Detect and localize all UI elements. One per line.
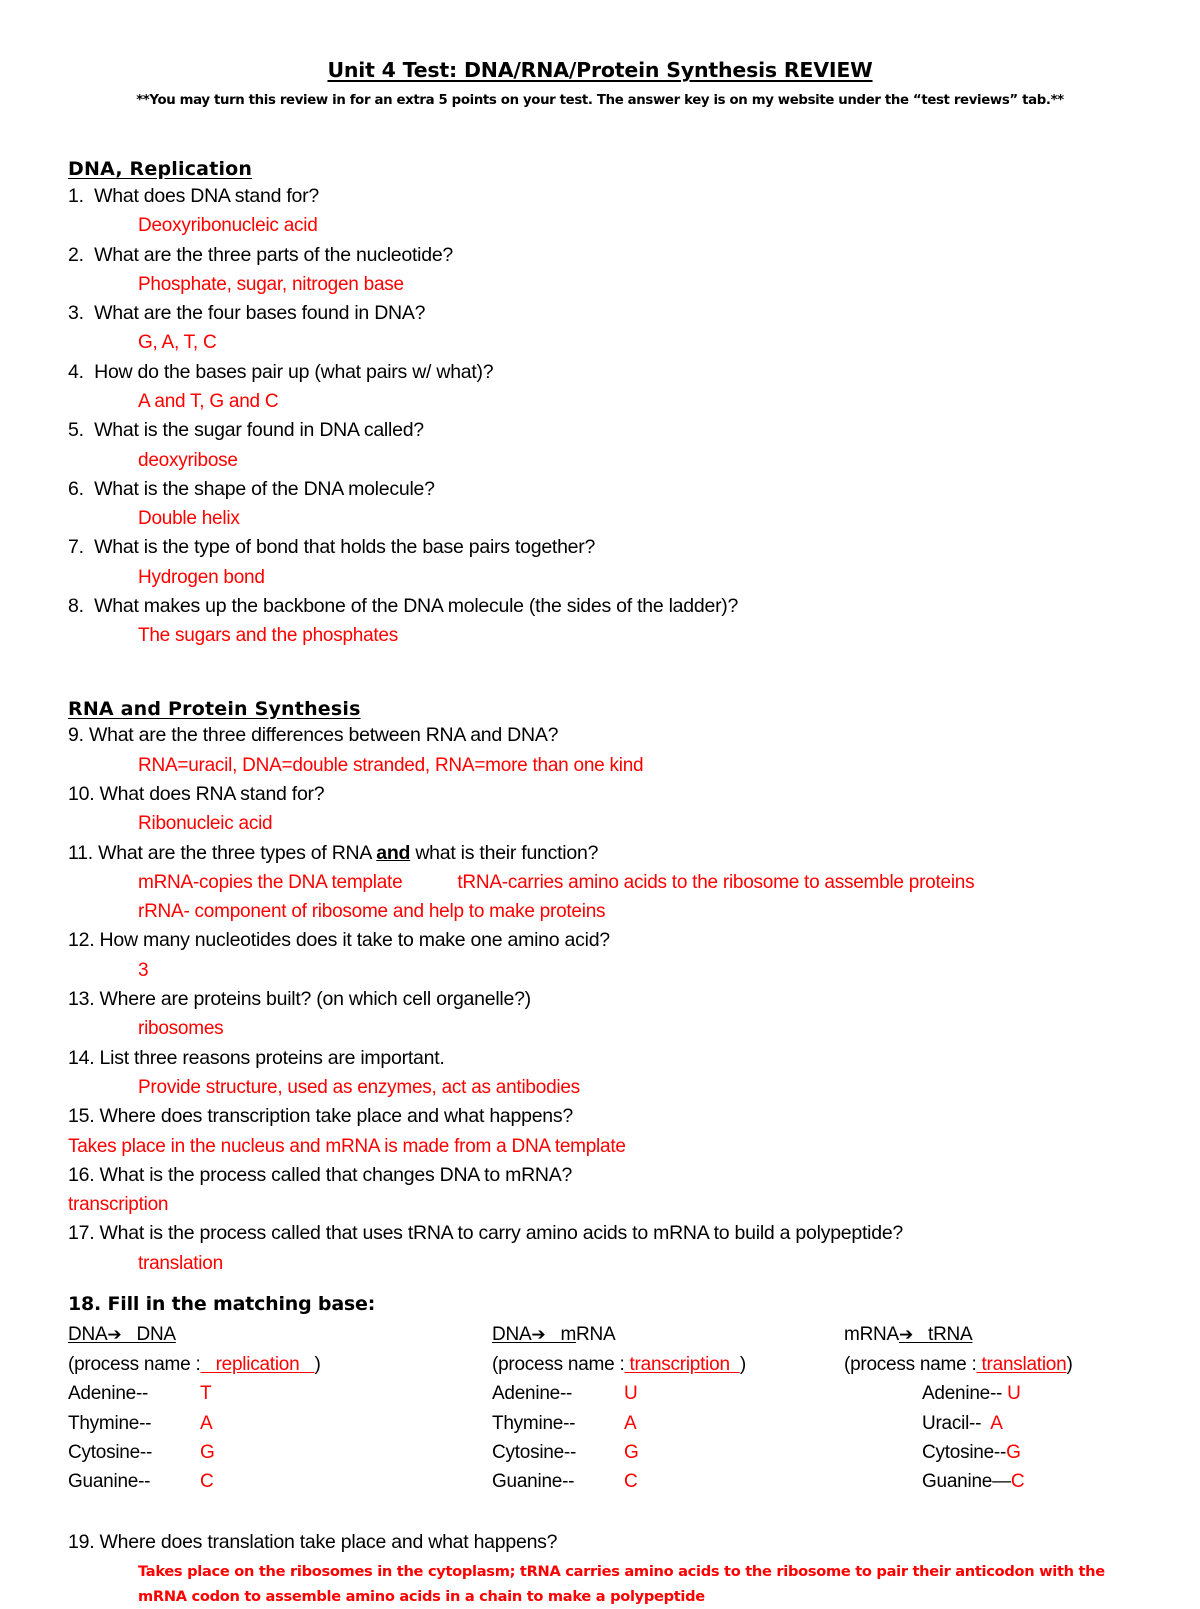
question-4: 4. How do the bases pair up (what pairs … [68,360,494,383]
section-heading-dna-replication: DNA, Replication [68,158,253,181]
answer-16: transcription [68,1194,169,1216]
answer-11-mrna: mRNA-copies the DNA template [138,871,403,893]
match-column-3-rows: Adenine-- U Uracil-- A Cytosine--G Guani… [844,1379,1132,1496]
process-name-value-1: replication [215,1353,300,1375]
base-pair-row: Uracil-- A [922,1412,1003,1434]
question-10: 10. What does RNA stand for? [68,782,325,805]
base-pair-row: Guanine—C [922,1471,1025,1493]
answer-11-line-1: mRNA-copies the DNA template tRNA-carries… [68,868,1132,897]
question-12: 12. How many nucleotides does it take to… [68,929,610,952]
question-9: 9. What are the three differences betwee… [68,724,559,747]
matching-base-table: DNA➔ DNA (process name : replication ) A… [68,1320,1132,1492]
base-pair-row: Cytosine--G [492,1441,639,1463]
match-column-1-header: DNA➔ DNA [68,1323,176,1345]
answer-12: 3 [138,959,149,981]
answer-15: Takes place in the nucleus and mRNA is m… [68,1135,626,1157]
question-list-dna-replication: 1. What does DNA stand for? Deoxyribonuc… [68,182,1132,651]
question-2: 2. What are the three parts of the nucle… [68,243,454,266]
base-pair-row: Guanine-- C [492,1471,638,1493]
question-5: 5. What is the sugar found in DNA called… [68,419,424,442]
question-7: 7. What is the type of bond that holds t… [68,536,596,559]
question-11: 11. What are the three types of RNA and … [68,841,599,864]
section-heading-rna-protein-synthesis: RNA and Protein Synthesis [68,697,361,720]
base-pair-row: Thymine-- A [492,1412,637,1434]
question-1: 1. What does DNA stand for? [68,184,319,207]
match-column-3-header: mRNA➔ tRNA [844,1323,973,1345]
process-name-value-3: translation [981,1353,1067,1375]
arrow-icon: ➔ [531,1324,546,1345]
answer-19-line-2: mRNA codon to assemble amino acids in a … [138,1587,705,1605]
base-pair-row: Thymine-- A [68,1412,213,1434]
match-column-2-header: DNA➔ mRNA [492,1323,616,1345]
match-column-2-process: (process name : transcription ) [492,1353,746,1375]
answer-11-trna: tRNA-carries amino acids to the ribosome… [457,871,975,893]
base-pair-row: Cytosine--G [922,1441,1021,1463]
answer-8: The sugars and the phosphates [138,625,398,647]
match-column-1-rows: Adenine-- T Thymine-- A Cytosine-- G Guanin… [68,1379,468,1496]
base-pair-row: Adenine-- U [922,1383,1021,1405]
match-column-mrna-to-trna: mRNA➔ tRNA (process name : translation) … [844,1320,1132,1497]
answer-7: Hydrogen bond [138,566,265,588]
answer-13: ribosomes [138,1018,224,1040]
answer-10: Ribonucleic acid [138,813,273,835]
question-13: 13. Where are proteins built? (on which … [68,988,531,1011]
question-list-rna-protein-synthesis: 9. What are the three differences betwee… [68,721,1132,1278]
page-content: Unit 4 Test: DNA/RNA/Protein Synthesis R… [68,58,1132,1609]
answer-9: RNA=uracil, DNA=double stranded, RNA=mor… [138,754,644,776]
base-pair-row: Cytosine--G [68,1441,215,1463]
page-subtitle: **You may turn this review in for an ext… [136,92,1064,108]
answer-14: Provide structure, used as enzymes, act … [138,1076,580,1098]
answer-19-line-1: Takes place on the ribosomes in the cyto… [138,1562,1105,1580]
page-title: Unit 4 Test: DNA/RNA/Protein Synthesis R… [327,58,873,82]
match-column-3-process: (process name : translation) [844,1353,1073,1375]
question-15: 15. Where does transcription take place … [68,1105,574,1128]
match-column-1-process: (process name : replication ) [68,1353,321,1375]
answer-1: Deoxyribonucleic acid [138,215,318,237]
question-19-block: 19. Where does translation take place an… [68,1528,1132,1609]
question-11-emphasis: and [376,841,411,864]
answer-19: Takes place on the ribosomes in the cyto… [68,1559,1132,1609]
question-8: 8. What makes up the backbone of the DNA… [68,595,739,618]
worksheet-page: Unit 4 Test: DNA/RNA/Protein Synthesis R… [0,0,1200,1605]
answer-5: deoxyribose [138,449,238,471]
answer-2: Phosphate, sugar, nitrogen base [138,273,404,295]
question-6: 6. What is the shape of the DNA molecule… [68,477,435,500]
match-column-2-rows: Adenine-- U Thymine-- A Cytosine-- G Guanin… [492,1379,842,1496]
arrow-icon: ➔ [107,1324,122,1345]
answer-6: Double helix [138,508,240,530]
match-column-dna-to-dna: DNA➔ DNA (process name : replication ) A… [68,1320,468,1497]
base-pair-row: Adenine-- U [492,1383,638,1405]
question-18-heading: 18. Fill in the matching base: [68,1293,376,1315]
answer-11-line-2: rRNA- component of ribosome and help to … [138,901,606,923]
base-pair-row: Guanine-- C [68,1471,214,1493]
question-14: 14. List three reasons proteins are impo… [68,1046,445,1069]
question-17: 17. What is the process called that uses… [68,1222,904,1245]
answer-4: A and T, G and C [138,391,279,412]
base-pair-row: Adenine-- T [68,1383,212,1405]
question-16: 16. What is the process called that chan… [68,1163,573,1186]
arrow-icon: ➔ [898,1324,913,1345]
answer-3: G, A, T, C [138,332,217,354]
process-name-value-2: transcription [629,1353,731,1375]
answer-17: translation [138,1252,223,1274]
question-3: 3. What are the four bases found in DNA? [68,302,426,325]
match-column-dna-to-mrna: DNA➔ mRNA (process name : transcription … [492,1320,842,1497]
